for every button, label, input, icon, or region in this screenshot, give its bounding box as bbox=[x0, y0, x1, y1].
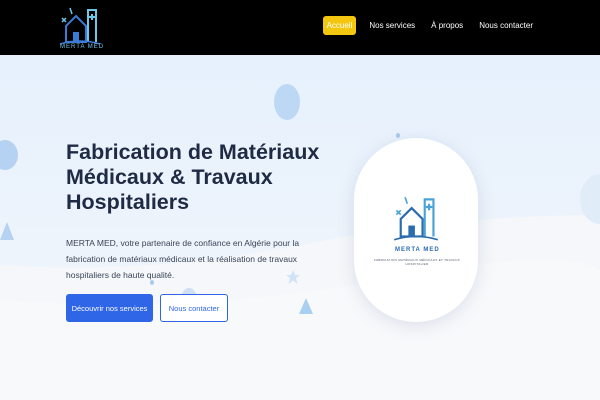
nav-item-nous-contacter[interactable]: Nous contacter bbox=[476, 16, 536, 35]
hero-description: MERTA MED, votre partenaire de confiance… bbox=[66, 238, 300, 280]
merta-med-card-logo bbox=[393, 196, 439, 241]
card-tagline: FABRICATION MATÉRIAUX MÉDICAUX ET TRAVAU… bbox=[374, 258, 460, 266]
brand-name: MERTA MED bbox=[60, 44, 105, 50]
nav-menu: Accueil Nos services À propos Nous conta… bbox=[322, 16, 536, 35]
card-brand-name: MERTA MED bbox=[395, 247, 440, 253]
nav-item-a-propos[interactable]: À propos bbox=[428, 16, 466, 35]
decorative-circle-small bbox=[396, 133, 400, 138]
discover-services-button[interactable]: Découvrir nos services bbox=[66, 294, 153, 322]
decorative-triangle-left bbox=[0, 222, 14, 240]
hero-title: Fabrication de Matériaux Médicaux & Trav… bbox=[66, 140, 320, 214]
nav-item-nos-services[interactable]: Nos services bbox=[366, 16, 418, 35]
decorative-triangle-bottom bbox=[299, 298, 313, 314]
background-wave bbox=[0, 215, 600, 400]
hero-section bbox=[0, 55, 600, 400]
decorative-circle-large bbox=[274, 84, 300, 120]
nav-item-accueil[interactable]: Accueil bbox=[322, 16, 357, 35]
contact-button[interactable]: Nous contacter bbox=[160, 294, 228, 322]
navbar: MERTA MED Accueil Nos services À propos … bbox=[0, 0, 600, 55]
